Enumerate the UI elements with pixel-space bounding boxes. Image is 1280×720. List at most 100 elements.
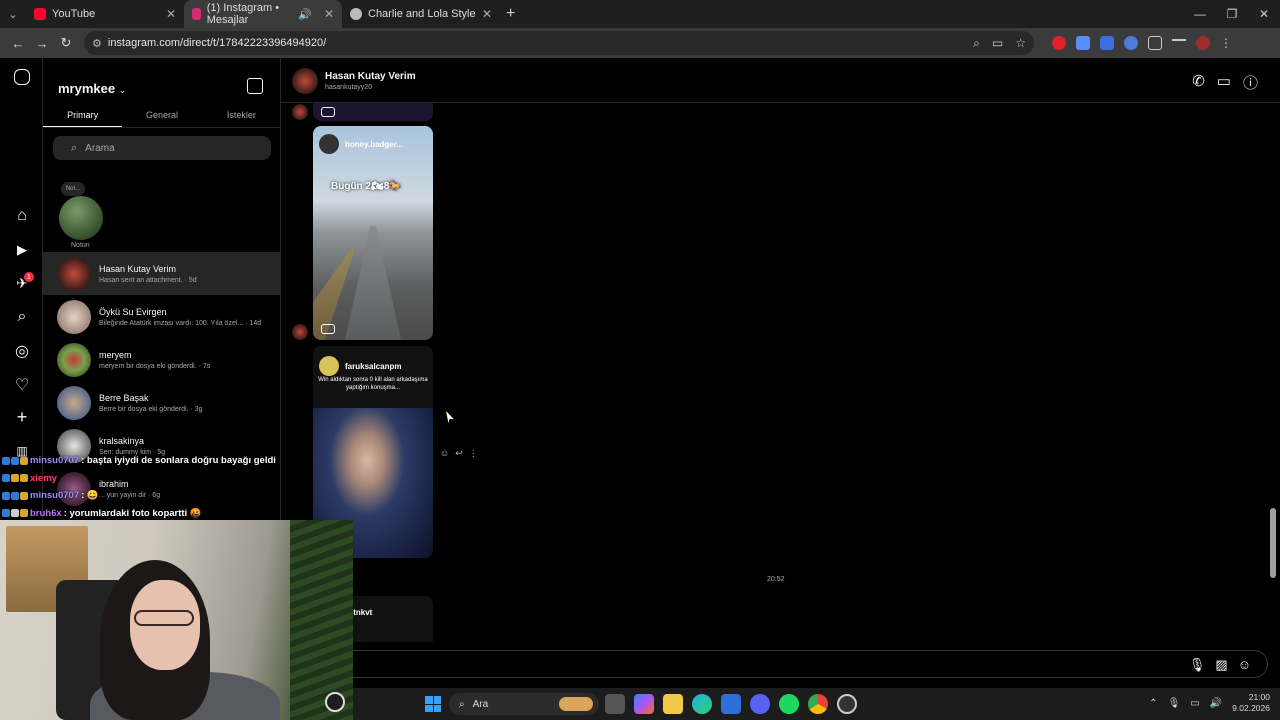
clock[interactable]: 21:00 9.02.2026 xyxy=(1232,692,1270,714)
search-input[interactable]: ⌕ Arama xyxy=(53,136,271,160)
microphone-icon[interactable]: 🎙 xyxy=(1189,657,1206,673)
conversation-preview: meryem bir dosya eki gönderdi. · 7s xyxy=(99,362,211,370)
search-icon: ⌕ xyxy=(459,698,465,710)
taskbar-search[interactable]: ⌕ Ara xyxy=(449,693,599,715)
obs-tray-icon[interactable] xyxy=(325,692,345,712)
search-icon: ⌕ xyxy=(71,141,78,154)
app-icon[interactable] xyxy=(837,694,857,714)
tab-requests[interactable]: İstekler xyxy=(202,102,281,127)
close-tab-icon[interactable]: ✕ xyxy=(166,7,176,21)
conversation-item[interactable]: Öykü Su Evirgen Bileğinde Atatürk imzası … xyxy=(43,295,281,338)
chat-avatar[interactable] xyxy=(292,68,318,94)
new-tab-button[interactable]: + xyxy=(506,5,515,23)
conversation-item[interactable]: Berre Başak Berre bir dosya eki gönderdi.… xyxy=(43,381,281,424)
chat-badges-icon xyxy=(2,474,28,483)
scrollbar-thumb[interactable] xyxy=(1270,508,1276,578)
info-icon[interactable]: ⓘ xyxy=(1243,72,1258,93)
phone-call-icon[interactable]: ✆ xyxy=(1192,72,1205,93)
reel-attachment[interactable]: honey.badger... Bugün 2🏍8🐎 xyxy=(313,126,433,340)
extension-icon[interactable] xyxy=(1100,36,1114,50)
composer-actions: 🎙 ▨ ☺ xyxy=(1189,657,1251,673)
store-icon[interactable] xyxy=(721,694,741,714)
volume-icon[interactable]: 🔊 xyxy=(1210,698,1222,709)
account-switcher[interactable]: mrymkee ⌄ xyxy=(58,81,126,96)
chat-badges-icon xyxy=(2,509,28,518)
minimize-icon[interactable]: — xyxy=(1184,0,1216,28)
create-icon[interactable]: + xyxy=(11,406,33,428)
more-options-icon[interactable]: ⋮ xyxy=(469,448,478,459)
heart-notifications-icon[interactable]: ♡ xyxy=(11,374,33,396)
network-icon[interactable]: ▭ xyxy=(1190,698,1199,709)
task-view-icon[interactable] xyxy=(605,694,625,714)
instagram-logo-icon[interactable] xyxy=(14,69,30,85)
reading-list-icon[interactable] xyxy=(1172,39,1186,47)
site-info-icon[interactable]: ⚙ xyxy=(92,37,102,50)
sticker-icon[interactable]: ☺ xyxy=(1238,657,1251,673)
home-icon[interactable]: ⌂ xyxy=(11,205,33,227)
close-window-icon[interactable]: ✕ xyxy=(1248,0,1280,28)
chrome-icon[interactable] xyxy=(808,694,828,714)
extension-icon[interactable] xyxy=(1052,36,1066,50)
window-controls: — ❐ ✕ xyxy=(1184,0,1280,28)
previous-reel-attachment[interactable] xyxy=(313,103,433,121)
conversation-item[interactable]: Hasan Kutay Verim Hasan sent an attachmen… xyxy=(43,252,281,295)
cast-icon[interactable]: ▭ xyxy=(992,36,1003,51)
windows-start-icon[interactable] xyxy=(425,696,441,712)
search-icon[interactable]: ⌕ xyxy=(11,306,33,328)
tab-primary[interactable]: Primary xyxy=(43,102,123,127)
bookmark-star-icon[interactable]: ☆ xyxy=(1015,36,1026,51)
avatar xyxy=(57,256,91,291)
conversation-item[interactable]: meryem meryem bir dosya eki gönderdi. · 7… xyxy=(43,338,281,381)
reload-icon[interactable]: ↻ xyxy=(54,31,78,55)
tab-search-icon[interactable]: ⌄ xyxy=(0,0,26,28)
microphone-icon[interactable]: 🎙 xyxy=(1168,698,1181,709)
tab-instagram[interactable]: (1) Instagram • Mesajlar 🔊 ✕ xyxy=(184,0,342,28)
back-icon[interactable]: ← xyxy=(6,31,30,55)
edge-icon[interactable] xyxy=(692,694,712,714)
spotify-icon[interactable] xyxy=(779,694,799,714)
close-tab-icon[interactable]: ✕ xyxy=(324,7,334,21)
avatar xyxy=(57,342,91,377)
close-tab-icon[interactable]: ✕ xyxy=(482,7,492,21)
chevron-down-icon: ⌄ xyxy=(118,85,127,95)
chat-contact-name[interactable]: Hasan Kutay Verim xyxy=(325,71,416,82)
image-upload-icon[interactable]: ▨ xyxy=(1215,657,1227,673)
tab-charlie-lola[interactable]: Charlie and Lola Style ✕ xyxy=(342,0,500,28)
stream-chat-user: minsu0707 xyxy=(30,490,80,502)
menu-dots-icon[interactable]: ⋮ xyxy=(1220,36,1232,50)
forward-icon[interactable]: → xyxy=(30,31,54,55)
file-explorer-icon[interactable] xyxy=(663,694,683,714)
compose-message-icon[interactable] xyxy=(247,78,263,94)
tab-youtube[interactable]: YouTube ✕ xyxy=(26,0,184,28)
chat-scrollbar[interactable] xyxy=(1266,58,1280,644)
puzzle-extensions-icon[interactable] xyxy=(1148,36,1162,50)
taskbar: ⌕ Ara ⌃ 🎙 ▭ 🔊 21:00 9.02.2026 xyxy=(353,688,1280,720)
reel-icon xyxy=(321,107,335,117)
translate-extension-icon[interactable] xyxy=(1076,36,1090,50)
video-call-icon[interactable]: ▭ xyxy=(1217,72,1231,93)
reply-icon[interactable]: ↩ xyxy=(455,448,463,459)
streamer xyxy=(90,560,300,720)
zoom-icon[interactable]: ⌕ xyxy=(973,36,980,51)
note-bubble[interactable]: Not... xyxy=(61,182,85,196)
url-field[interactable]: ⚙ instagram.com/direct/t/178422233964949… xyxy=(84,31,1034,55)
tab-general[interactable]: General xyxy=(122,102,201,127)
chat-header: Hasan Kutay Verim hasankutayy20 ✆ ▭ ⓘ xyxy=(281,58,1280,103)
sender-avatar[interactable] xyxy=(292,324,308,340)
reels-icon[interactable]: ▶ xyxy=(11,239,33,261)
sender-avatar[interactable] xyxy=(292,104,308,120)
reel-account-name: honey.badger... xyxy=(345,139,404,149)
message-input[interactable]: 🎙 ▨ ☺ xyxy=(293,650,1268,678)
stream-chat-message: xiemy xyxy=(0,470,281,488)
restore-icon[interactable]: ❐ xyxy=(1216,0,1248,28)
copilot-icon[interactable] xyxy=(634,694,654,714)
my-note-avatar[interactable] xyxy=(59,196,103,240)
profile-avatar[interactable] xyxy=(1196,36,1210,50)
conversation-name: meryem xyxy=(99,349,132,360)
tray-overflow-icon[interactable]: ⌃ xyxy=(1149,698,1157,709)
react-emoji-icon[interactable]: ☺ xyxy=(440,448,449,459)
explore-icon[interactable]: ◎ xyxy=(11,340,33,362)
speaker-icon[interactable]: 🔊 xyxy=(298,8,312,21)
extension-icon[interactable] xyxy=(1124,36,1138,50)
discord-icon[interactable] xyxy=(750,694,770,714)
